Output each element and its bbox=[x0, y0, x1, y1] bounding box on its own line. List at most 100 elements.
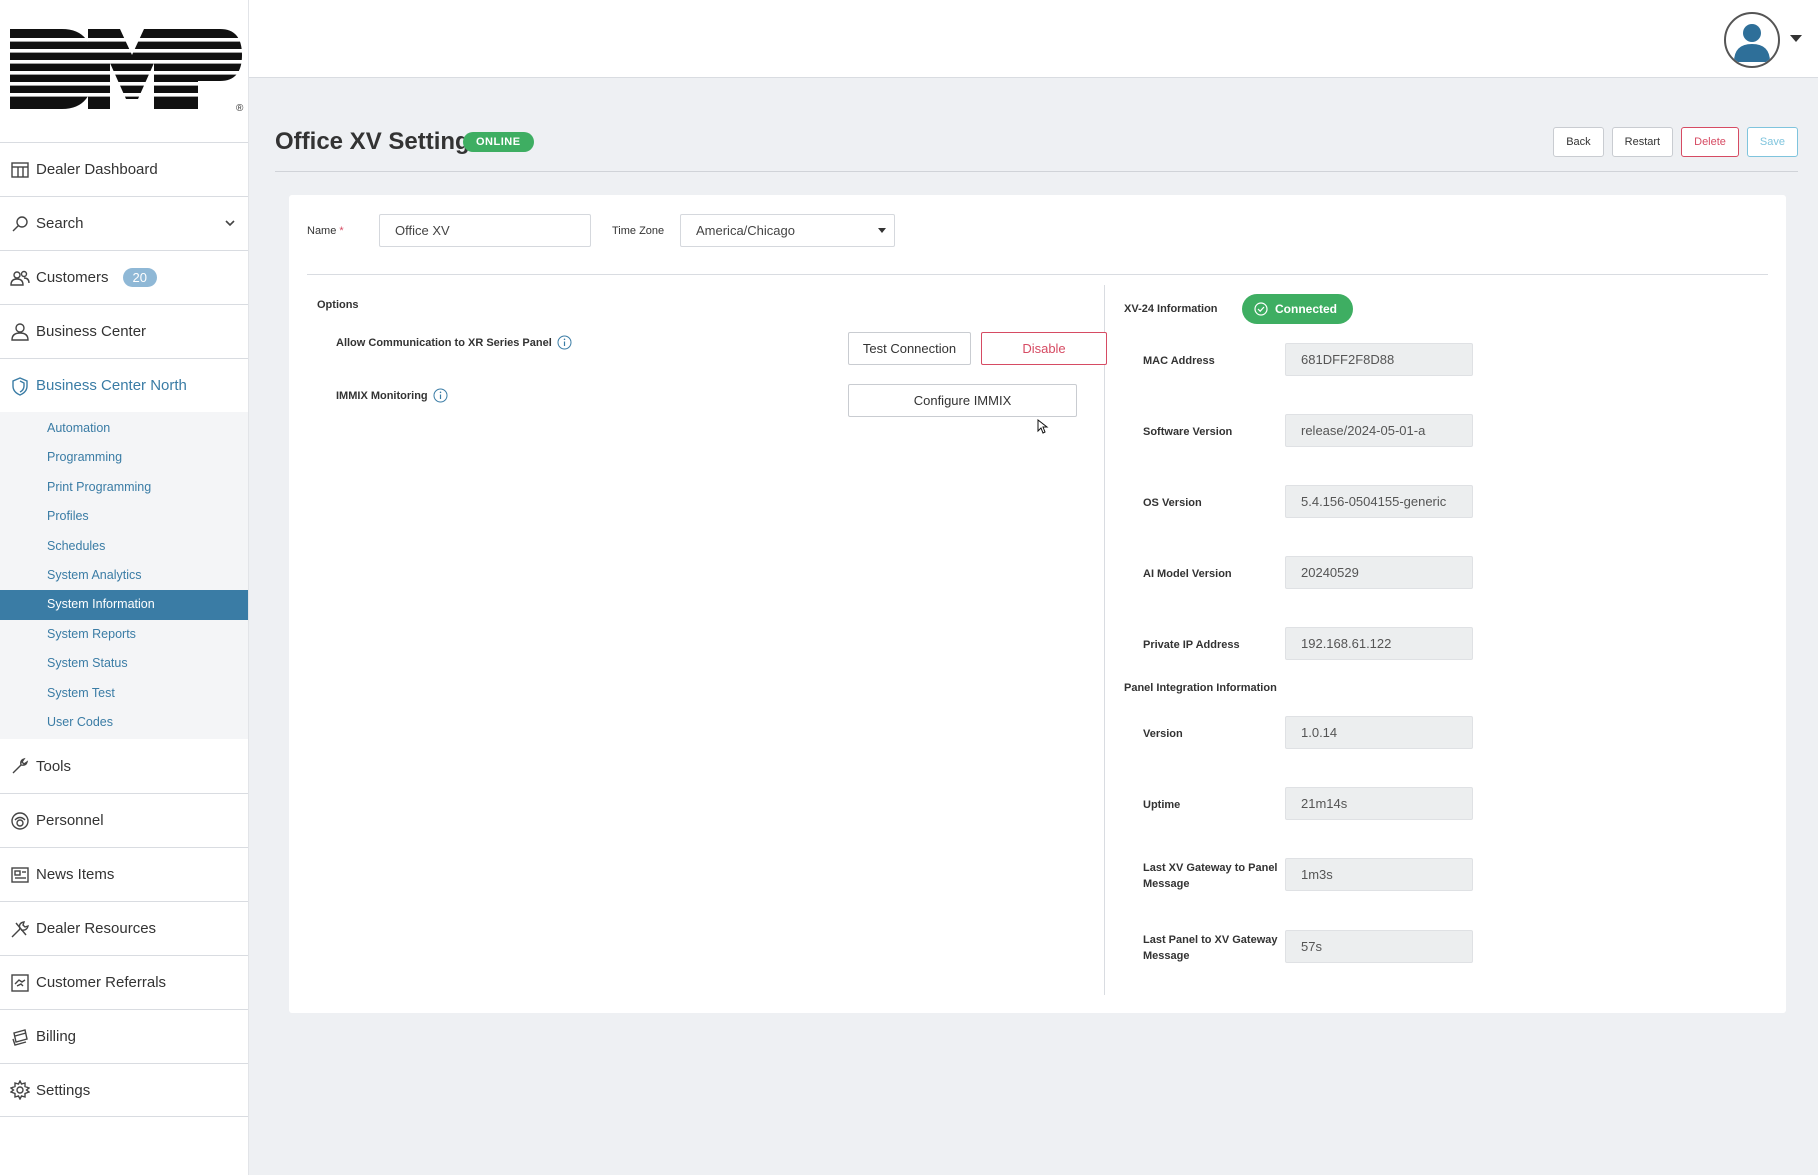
sidebar-item-customer-referrals[interactable]: Customer Referrals bbox=[0, 955, 248, 1009]
subnav-item-system-reports[interactable]: System Reports bbox=[0, 620, 248, 649]
sidebar-item-label: Personnel bbox=[36, 812, 104, 830]
ai-model-version-label: AI Model Version bbox=[1143, 568, 1232, 580]
chevron-down-icon bbox=[878, 228, 886, 233]
billing-icon bbox=[9, 1026, 31, 1048]
info-icon[interactable] bbox=[557, 335, 572, 350]
integration-version-value: 1.0.14 bbox=[1285, 716, 1473, 749]
sidebar-item-customers[interactable]: Customers 20 bbox=[0, 250, 248, 304]
mac-address-value: 681DFF2F8D88 bbox=[1285, 343, 1473, 376]
immix-monitoring-text: IMMIX Monitoring bbox=[336, 389, 428, 402]
customers-count-badge: 20 bbox=[122, 268, 157, 287]
private-ip-label: Private IP Address bbox=[1143, 639, 1240, 651]
options-title: Options bbox=[317, 299, 359, 311]
user-avatar-icon bbox=[1734, 24, 1770, 62]
chevron-down-icon[interactable] bbox=[224, 216, 236, 228]
subnav-item-system-information[interactable]: System Information bbox=[0, 590, 248, 620]
configure-immix-button[interactable]: Configure IMMIX bbox=[848, 384, 1077, 417]
dmp-logo-icon bbox=[8, 29, 244, 109]
back-button[interactable]: Back bbox=[1553, 127, 1604, 157]
registered-mark: ® bbox=[236, 103, 244, 114]
settings-panel: Name * Office XV Time Zone America/Chica… bbox=[289, 195, 1786, 1013]
timezone-select-value: America/Chicago bbox=[696, 223, 795, 238]
user-menu-caret-icon[interactable] bbox=[1790, 35, 1802, 42]
sidebar-item-dealer-resources[interactable]: Dealer Resources bbox=[0, 901, 248, 955]
name-label: Name * bbox=[307, 225, 344, 237]
restart-button[interactable]: Restart bbox=[1611, 127, 1674, 157]
sidebar-item-label: Customers bbox=[36, 269, 109, 286]
immix-monitoring-label: IMMIX Monitoring bbox=[336, 388, 448, 403]
subnav-item-system-status[interactable]: System Status bbox=[0, 649, 248, 678]
handshake-icon bbox=[9, 972, 31, 994]
wrench-icon bbox=[9, 755, 31, 777]
sidebar-item-label: Search bbox=[36, 215, 84, 232]
sidebar-item-business-center[interactable]: Business Center bbox=[0, 304, 248, 358]
business-center-icon bbox=[9, 321, 31, 343]
last-panel-to-gateway-value: 57s bbox=[1285, 930, 1473, 963]
dmp-logo[interactable]: ® bbox=[0, 0, 248, 142]
last-gateway-to-panel-value: 1m3s bbox=[1285, 858, 1473, 891]
timezone-label: Time Zone bbox=[612, 225, 665, 237]
header-divider bbox=[275, 171, 1798, 172]
sidebar-item-personnel[interactable]: Personnel bbox=[0, 793, 248, 847]
tools-icon bbox=[9, 918, 31, 940]
info-icon[interactable] bbox=[433, 388, 448, 403]
page-title: Office XV Settings bbox=[275, 128, 484, 155]
allow-communication-text: Allow Communication to XR Series Panel bbox=[336, 336, 552, 349]
sidebar-item-label: Billing bbox=[36, 1028, 77, 1046]
sidebar-item-settings[interactable]: Settings bbox=[0, 1063, 248, 1118]
subnav-item-system-test[interactable]: System Test bbox=[0, 679, 248, 708]
uptime-label: Uptime bbox=[1143, 799, 1181, 811]
sidebar-item-label: Tools bbox=[36, 757, 72, 775]
subnav-item-schedules[interactable]: Schedules bbox=[0, 532, 248, 561]
timezone-select[interactable]: America/Chicago bbox=[680, 214, 895, 247]
sidebar-item-search[interactable]: Search bbox=[0, 196, 248, 250]
subnav-item-programming[interactable]: Programming bbox=[0, 443, 248, 472]
sidebar-subnav: Automation Programming Print Programming… bbox=[0, 412, 248, 740]
sidebar-item-news-items[interactable]: News Items bbox=[0, 847, 248, 901]
private-ip-value: 192.168.61.122 bbox=[1285, 627, 1473, 660]
sidebar: ® Dealer Dashboard Search Customers 20 B… bbox=[0, 0, 249, 1175]
test-connection-button[interactable]: Test Connection bbox=[848, 332, 971, 365]
sidebar-item-label: Business Center bbox=[36, 323, 147, 340]
personnel-icon bbox=[9, 810, 31, 832]
disable-button[interactable]: Disable bbox=[981, 332, 1107, 365]
panel-divider bbox=[307, 274, 1768, 275]
header-actions: Back Restart Delete Save bbox=[1553, 127, 1798, 157]
name-input-value: Office XV bbox=[395, 223, 450, 238]
subnav-item-system-analytics[interactable]: System Analytics bbox=[0, 561, 248, 590]
customers-icon bbox=[9, 267, 31, 289]
check-circle-icon bbox=[1254, 302, 1268, 316]
sidebar-item-tools[interactable]: Tools bbox=[0, 739, 248, 793]
sidebar-item-label: Settings bbox=[36, 1081, 91, 1099]
last-gateway-to-panel-label: Last XV Gateway to Panel Message bbox=[1143, 862, 1278, 890]
ai-model-version-value: 20240529 bbox=[1285, 556, 1473, 589]
panel-integration-title: Panel Integration Information bbox=[1124, 682, 1277, 694]
user-avatar[interactable] bbox=[1724, 12, 1780, 68]
connection-status-badge: Connected bbox=[1242, 294, 1354, 324]
sidebar-item-dealer-dashboard[interactable]: Dealer Dashboard bbox=[0, 142, 248, 196]
dashboard-icon bbox=[9, 159, 31, 181]
connection-status-text: Connected bbox=[1275, 302, 1338, 316]
os-version-value: 5.4.156-0504155-generic bbox=[1285, 485, 1473, 518]
sidebar-item-billing[interactable]: Billing bbox=[0, 1009, 248, 1063]
name-input[interactable]: Office XV bbox=[379, 214, 591, 247]
os-version-label: OS Version bbox=[1143, 497, 1202, 509]
subnav-item-print-programming[interactable]: Print Programming bbox=[0, 473, 248, 502]
delete-button[interactable]: Delete bbox=[1681, 127, 1739, 157]
status-badge: ONLINE bbox=[463, 132, 534, 152]
column-divider bbox=[1104, 285, 1105, 995]
sidebar-item-business-center-north[interactable]: Business Center North bbox=[0, 358, 248, 412]
sidebar-item-label: Customer Referrals bbox=[36, 974, 167, 992]
allow-communication-label: Allow Communication to XR Series Panel bbox=[336, 335, 572, 350]
subnav-item-user-codes[interactable]: User Codes bbox=[0, 708, 248, 737]
mac-address-label: MAC Address bbox=[1143, 355, 1215, 367]
sidebar-item-label: News Items bbox=[36, 866, 115, 884]
save-button[interactable]: Save bbox=[1746, 127, 1798, 157]
subnav-item-automation[interactable]: Automation bbox=[0, 414, 248, 443]
sidebar-item-label: Dealer Resources bbox=[36, 920, 157, 938]
mouse-cursor-icon bbox=[1037, 419, 1049, 434]
subnav-item-profiles[interactable]: Profiles bbox=[0, 502, 248, 531]
newspaper-icon bbox=[9, 864, 31, 886]
software-version-value: release/2024-05-01-a bbox=[1285, 414, 1473, 447]
last-panel-to-gateway-label: Last Panel to XV Gateway Message bbox=[1143, 934, 1278, 962]
